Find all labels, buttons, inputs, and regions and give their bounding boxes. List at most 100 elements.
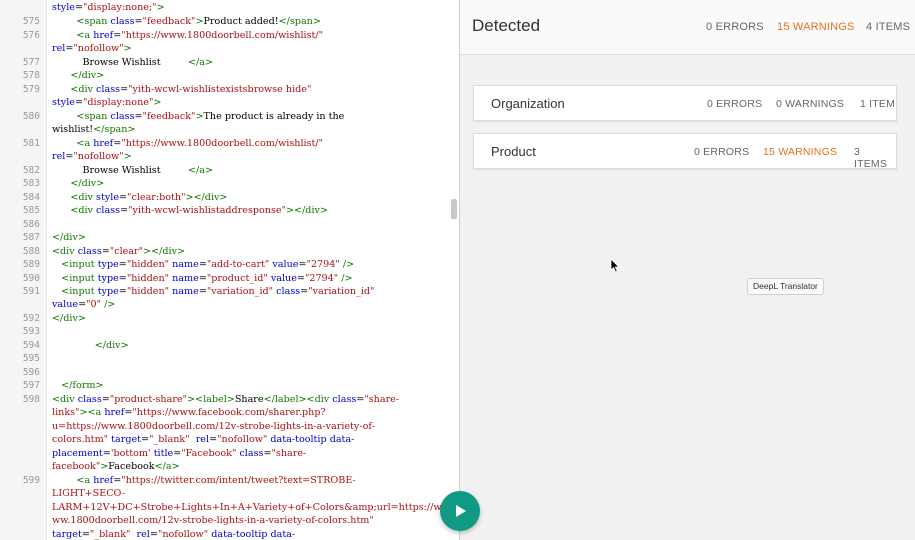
code-token-attr: type <box>97 273 119 284</box>
code-text: </div> <box>52 177 104 191</box>
code-scrollbar[interactable] <box>449 0 459 540</box>
card-errors-count: 0 ERRORS <box>694 146 750 158</box>
code-token-tag: > <box>153 97 162 108</box>
code-text: </div> <box>52 339 129 353</box>
code-token-tag: </span> <box>93 124 136 135</box>
code-token-attr: style <box>52 97 75 108</box>
result-card-title: Product <box>491 144 536 159</box>
result-card-product[interactable]: Product 0 ERRORS 15 WARNINGS 3 ITEMS <box>473 133 897 170</box>
code-text: <a href="https://twitter.com/intent/twee… <box>52 474 355 488</box>
code-token: = <box>120 205 129 216</box>
code-line: 595 <box>0 352 459 366</box>
deepl-translator-tooltip: DeepL Translator <box>747 278 824 295</box>
code-text: target="_blank" rel="nofollow" data-tool… <box>52 528 295 540</box>
code-line: LIGHT+SECO- <box>0 487 459 501</box>
code-token-str: "nofollow" <box>73 151 124 162</box>
total-errors-count: 0 ERRORS <box>706 21 764 33</box>
result-card-organization[interactable]: Organization 0 ERRORS 0 WARNINGS 1 ITEM <box>473 85 897 121</box>
code-token-attr: class <box>276 286 301 297</box>
code-token-str: 'bottom' <box>110 448 151 459</box>
code-token-attr: rel <box>136 529 150 540</box>
code-token-tag: <a <box>76 475 91 486</box>
results-title: Detected <box>472 16 541 35</box>
code-token-attr: type <box>97 259 119 270</box>
code-token-str: "display:none;" <box>83 2 157 13</box>
code-text: <a href="https://www.1800doorbell.com/wi… <box>52 137 323 151</box>
line-number: 585 <box>22 205 40 216</box>
code-token-str: "variation_id" <box>308 286 375 297</box>
code-token-str: "https://www.facebook.com/sharer.php? <box>132 407 326 418</box>
code-token-str: "yith-wcwl-wishlistexistsbrowse hide" <box>128 84 312 95</box>
line-number: 587 <box>22 232 40 243</box>
code-token-str: "product_id" <box>206 273 268 284</box>
code-line: LARM+12V+DC+Strobe+Lights+In+A+Variety+o… <box>0 501 459 515</box>
code-token-attr: data-tooltip <box>270 434 327 445</box>
line-number: 598 <box>22 394 40 405</box>
code-token-str: "nofollow" <box>157 529 209 540</box>
code-token: = <box>118 286 127 297</box>
code-line: 586 <box>0 218 459 232</box>
line-number: 588 <box>22 246 40 257</box>
code-line: 597 </form> <box>0 379 459 393</box>
code-token-tag: <span <box>76 16 108 27</box>
code-text: style="display:none"> <box>52 96 161 110</box>
code-token-str: "nofollow" <box>217 434 268 445</box>
line-number: 592 <box>22 313 40 324</box>
code-line: rel="nofollow"> <box>0 150 459 164</box>
code-token: Facebook <box>108 461 155 472</box>
code-token: = <box>296 273 305 284</box>
line-number: 580 <box>22 111 40 122</box>
code-token-attr: rel <box>52 43 66 54</box>
code-token-attr: href <box>93 30 114 41</box>
code-scrollbar-thumb[interactable] <box>451 199 457 219</box>
card-warnings-count: 0 WARNINGS <box>776 98 845 110</box>
code-token-attr: href <box>93 138 114 149</box>
card-items-count: 1 ITEM <box>860 98 896 110</box>
code-token: Browse Wishlist <box>52 57 188 68</box>
code-token-tag: <input <box>61 259 95 270</box>
code-text: wishlist!</span> <box>52 123 135 137</box>
code-token-attr: href <box>93 475 114 486</box>
code-token-tag: /> <box>104 299 116 310</box>
code-token: = <box>300 286 309 297</box>
mouse-pointer-icon <box>610 258 620 278</box>
code-token-tag: </a> <box>188 165 214 176</box>
code-text: LIGHT+SECO- <box>52 487 125 501</box>
code-token-tag: <div <box>52 394 75 405</box>
code-token-attr: rel <box>52 151 66 162</box>
code-line: 596 <box>0 366 459 380</box>
code-text: <input type="hidden" name="variation_id"… <box>52 285 374 299</box>
code-token-str: "variation_id" <box>206 286 274 297</box>
play-button[interactable] <box>440 491 480 531</box>
code-token-str: LARM+12V+DC+Strobe+Lights+In+A+Variety+o… <box>52 502 442 513</box>
line-number: 596 <box>22 367 40 378</box>
line-number: 586 <box>22 219 40 230</box>
code-token-tag: ><label> <box>187 394 235 405</box>
code-token-str: "2794" <box>304 273 339 284</box>
code-token-attr: data- <box>329 434 355 445</box>
code-text: <div class="yith-wcwl-wishlistaddrespons… <box>52 204 328 218</box>
code-text: </div> <box>52 231 86 245</box>
code-line: links"><a href="https://www.facebook.com… <box>0 406 459 420</box>
line-number: 583 <box>22 178 40 189</box>
code-token-tag: <input <box>61 273 95 284</box>
result-card-title: Organization <box>491 96 565 111</box>
code-line: 576 <a href="https://www.1800doorbell.co… <box>0 29 459 43</box>
code-line: wishlist!</span> <box>0 123 459 137</box>
code-token: = <box>78 299 87 310</box>
line-number: 593 <box>22 326 40 337</box>
code-line: 589 <input type="hidden" name="add-to-ca… <box>0 258 459 272</box>
code-token: = <box>118 259 127 270</box>
code-token-tag: </a> <box>154 461 180 472</box>
code-token: wishlist! <box>52 124 94 135</box>
source-code-panel[interactable]: style="display:none;"> 575 <span class="f… <box>0 0 459 540</box>
